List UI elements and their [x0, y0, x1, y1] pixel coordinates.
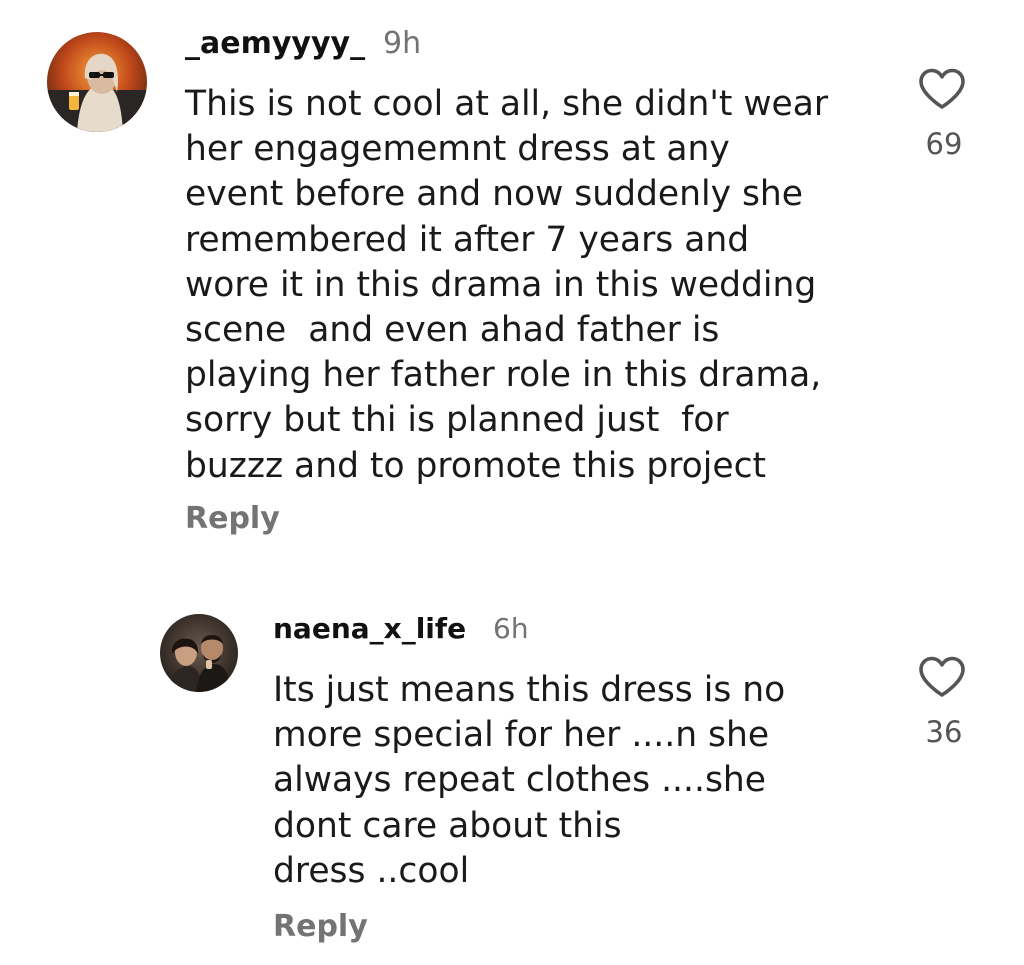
comment-text-line: dress ..cool	[273, 850, 470, 891]
comment-text-line: more special for her ....n she	[273, 715, 770, 756]
comment-text-line: Its just means this dress is no	[273, 670, 786, 710]
comment-text-line: always repeat clothes ....she	[273, 760, 767, 801]
comment-text-line: dont care about this	[273, 805, 622, 846]
comment-timestamp: 9h	[383, 26, 422, 61]
comment-text-line: scene and even ahad father is	[185, 310, 720, 351]
comment-text: This is not cool at all, she didn't wear…	[185, 82, 828, 489]
avatar[interactable]	[160, 614, 238, 692]
reply-button[interactable]: Reply	[185, 500, 280, 538]
heart-outline-icon	[919, 656, 965, 697]
comment-text-line: playing her father role in this drama,	[185, 355, 822, 396]
comment-username[interactable]: _aemyyyy_	[185, 26, 365, 62]
heart-outline-icon	[919, 68, 965, 109]
like-button[interactable]	[918, 656, 966, 698]
comment-text-line: her engagememnt dress at any	[185, 129, 730, 170]
comment-text-line: wore it in this drama in this wedding	[185, 264, 817, 305]
like-count: 69	[925, 127, 963, 161]
comment-text-line: event before and now suddenly she	[185, 174, 804, 215]
avatar[interactable]	[47, 32, 147, 132]
like-button[interactable]	[918, 68, 966, 110]
avatar-image	[160, 614, 238, 692]
reply-button[interactable]: Reply	[273, 908, 368, 946]
comment-username[interactable]: naena_x_life	[273, 612, 466, 646]
avatar-image	[47, 32, 147, 132]
comment-text-line: remembered it after 7 years and	[185, 219, 750, 260]
comment-text-line: sorry but thi is planned just for	[185, 400, 729, 441]
comment-text-line: buzzz and to promote this project	[185, 445, 767, 486]
comment-timestamp: 6h	[493, 612, 529, 645]
comment-text-line: This is not cool at all, she didn't wear	[185, 84, 829, 124]
like-count: 36	[925, 715, 963, 749]
comment-text: Its just means this dress is no more spe…	[273, 668, 785, 894]
